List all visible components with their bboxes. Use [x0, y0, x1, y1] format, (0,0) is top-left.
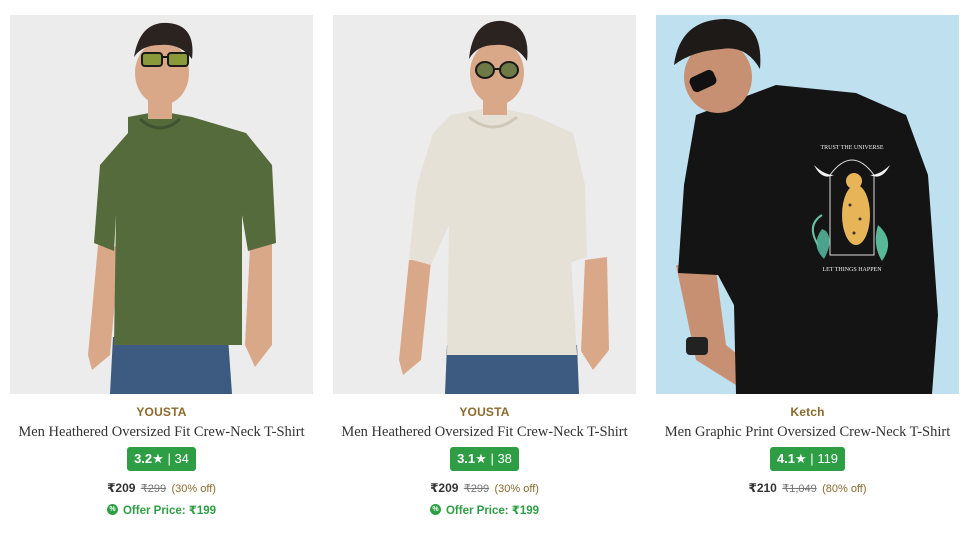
price-line: ₹210 ₹1,049 (80% off): [656, 481, 959, 495]
product-image[interactable]: [10, 15, 313, 394]
original-price: ₹1,049: [782, 483, 817, 495]
original-price: ₹299: [463, 483, 490, 495]
star-icon: ★: [475, 451, 487, 466]
original-price: ₹299: [140, 483, 167, 495]
product-image[interactable]: [333, 15, 636, 394]
offer-price-text: Offer Price: ₹199: [122, 505, 217, 517]
rating-value: 4.1: [776, 451, 796, 466]
selling-price: ₹209: [430, 481, 459, 495]
selling-price: ₹210: [748, 481, 777, 495]
rating-value: 3.1: [457, 451, 476, 466]
review-count: 38: [497, 451, 512, 466]
price-line: ₹209 ₹299 (30% off): [10, 481, 313, 495]
rating-badge[interactable]: 3.1★ | 38: [450, 447, 519, 471]
rating-badge[interactable]: 4.1★ | 119: [769, 447, 846, 471]
product-photo-olive-tshirt: [10, 15, 313, 394]
product-photo-black-graphic-tshirt: TRUST THE UNIVERSE LET THINGS HAPPEN: [656, 15, 959, 394]
brand-name[interactable]: YOUSTA: [10, 405, 313, 419]
price-line: ₹209 ₹299 (30% off): [333, 481, 636, 495]
star-icon: ★: [795, 451, 807, 466]
product-card[interactable]: TRUST THE UNIVERSE LET THINGS HAPPEN Ket…: [656, 15, 959, 495]
rating-separator: |: [490, 451, 494, 466]
discount-text: (30% off): [494, 483, 539, 495]
print-bottom-text: LET THINGS HAPPEN: [822, 267, 882, 273]
star-icon: ★: [152, 451, 164, 466]
selling-price: ₹209: [107, 481, 136, 495]
discount-text: (80% off): [822, 483, 867, 495]
product-grid: YOUSTA Men Heathered Oversized Fit Crew-…: [0, 0, 971, 556]
offer-price: % Offer Price: ₹199: [10, 503, 313, 517]
rating-separator: |: [167, 451, 171, 466]
brand-name[interactable]: YOUSTA: [333, 405, 636, 419]
product-card[interactable]: YOUSTA Men Heathered Oversized Fit Crew-…: [10, 15, 313, 517]
offer-percent-icon: %: [429, 504, 441, 516]
product-photo-cream-tshirt: [333, 15, 636, 394]
review-count: 119: [817, 451, 839, 466]
print-top-text: TRUST THE UNIVERSE: [820, 145, 883, 151]
offer-price-text: Offer Price: ₹199: [445, 505, 540, 517]
product-image[interactable]: TRUST THE UNIVERSE LET THINGS HAPPEN: [656, 15, 959, 394]
offer-percent-icon: %: [106, 504, 118, 516]
offer-price: % Offer Price: ₹199: [333, 503, 636, 517]
rating-badge[interactable]: 3.2★ | 34: [127, 447, 196, 471]
brand-name[interactable]: Ketch: [656, 405, 959, 419]
product-name[interactable]: Men Heathered Oversized Fit Crew-Neck T-…: [10, 424, 313, 441]
product-name[interactable]: Men Graphic Print Oversized Crew-Neck T-…: [656, 424, 959, 441]
product-name[interactable]: Men Heathered Oversized Fit Crew-Neck T-…: [333, 424, 636, 441]
product-card[interactable]: YOUSTA Men Heathered Oversized Fit Crew-…: [333, 15, 636, 517]
rating-value: 3.2: [134, 451, 153, 466]
review-count: 34: [174, 451, 189, 466]
rating-separator: |: [810, 451, 814, 466]
discount-text: (30% off): [171, 483, 216, 495]
